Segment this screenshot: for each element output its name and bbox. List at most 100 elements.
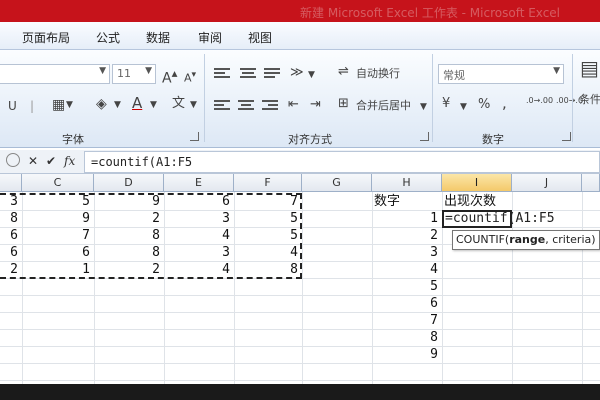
gridline bbox=[0, 380, 600, 381]
insert-function-icon[interactable]: fx bbox=[64, 154, 75, 168]
chevron-down-icon[interactable]: ▼ bbox=[308, 67, 315, 83]
number-dialog-launcher[interactable] bbox=[562, 132, 571, 141]
conditional-format-icon[interactable]: ▤ bbox=[580, 58, 599, 78]
align-middle-icon[interactable] bbox=[240, 68, 256, 80]
column-header[interactable]: H bbox=[372, 174, 442, 192]
chevron-down-icon[interactable]: ▼ bbox=[66, 97, 73, 113]
grow-font-label: A bbox=[162, 70, 172, 87]
font-name-dropdown[interactable]: ▼ bbox=[0, 64, 110, 84]
tooltip-arg-rest: , criteria) bbox=[545, 233, 596, 246]
font-size-dropdown[interactable]: 11 ▼ bbox=[112, 64, 156, 84]
conditional-format-button[interactable]: 条件 bbox=[578, 92, 600, 108]
column-header-b[interactable] bbox=[0, 174, 22, 192]
chevron-down-icon[interactable]: ▼ bbox=[460, 99, 467, 115]
cell[interactable]: 2 bbox=[372, 227, 442, 244]
tab-formulas[interactable]: 公式 bbox=[96, 29, 120, 46]
gridline bbox=[302, 192, 303, 384]
tooltip-function-name[interactable]: COUNTIF( bbox=[456, 233, 509, 246]
active-cell-editor[interactable]: =countif(A1:F5 bbox=[442, 210, 555, 228]
formula-input[interactable]: =countif(A1:F5 bbox=[84, 151, 600, 173]
cell[interactable]: 1 bbox=[372, 210, 442, 227]
align-right-icon[interactable] bbox=[262, 100, 278, 112]
name-box-toggle-icon[interactable] bbox=[6, 153, 20, 167]
bottom-edge bbox=[0, 384, 600, 400]
column-header[interactable]: J bbox=[512, 174, 582, 192]
chevron-down-icon[interactable]: ▼ bbox=[420, 99, 427, 115]
align-bottom-icon[interactable] bbox=[264, 68, 280, 80]
chevron-down-icon: ▼ bbox=[145, 66, 152, 76]
wrap-text-button[interactable]: 自动换行 bbox=[356, 66, 400, 82]
align-top-icon[interactable] bbox=[214, 68, 230, 80]
chevron-down-icon[interactable]: ▼ bbox=[190, 97, 197, 113]
tab-view[interactable]: 视图 bbox=[248, 29, 272, 46]
number-format-dropdown[interactable]: 常规 ▼ bbox=[438, 64, 564, 84]
currency-icon[interactable]: ¥ bbox=[442, 96, 450, 112]
enter-icon[interactable]: ✔ bbox=[46, 154, 56, 168]
column-header[interactable]: D bbox=[94, 174, 164, 192]
merge-center-icon: ⊞ bbox=[338, 96, 349, 111]
comma-style-button[interactable]: , bbox=[502, 95, 507, 111]
shrink-font-label: A bbox=[184, 71, 192, 85]
column-header[interactable]: E bbox=[164, 174, 234, 192]
shrink-font-button[interactable]: A▾ bbox=[184, 67, 196, 87]
ribbon-tab-bar: 页面布局 公式 数据 审阅 视图 bbox=[0, 22, 600, 50]
cell[interactable]: 4 bbox=[372, 261, 442, 278]
gridline bbox=[0, 312, 600, 313]
formula-bar: ✕ ✔ fx =countif(A1:F5 bbox=[0, 150, 600, 174]
align-left-icon[interactable] bbox=[214, 100, 230, 112]
alignment-dialog-launcher[interactable] bbox=[420, 132, 429, 141]
column-header-selected[interactable]: I bbox=[442, 174, 512, 192]
cell[interactable]: 9 bbox=[372, 346, 442, 363]
title-bar: 新建 Microsoft Excel 工作表 - Microsoft Excel bbox=[0, 0, 600, 22]
copy-marquee bbox=[0, 193, 302, 279]
function-tooltip: COUNTIF(range, criteria) bbox=[452, 230, 600, 250]
font-color-icon[interactable]: A bbox=[132, 95, 142, 111]
underline-button[interactable]: U bbox=[8, 98, 17, 114]
chevron-down-icon[interactable]: ▼ bbox=[150, 97, 157, 113]
align-center-icon[interactable] bbox=[238, 100, 254, 112]
font-dialog-launcher[interactable] bbox=[190, 132, 199, 141]
increase-indent-icon[interactable]: ⇥ bbox=[310, 97, 321, 113]
percent-button[interactable]: % bbox=[478, 97, 490, 113]
cell[interactable]: 3 bbox=[372, 244, 442, 261]
tab-review[interactable]: 审阅 bbox=[198, 29, 222, 46]
column-header[interactable]: F bbox=[234, 174, 302, 192]
column-header[interactable]: G bbox=[302, 174, 372, 192]
increase-decimal-button[interactable]: .0→.00 bbox=[526, 96, 553, 105]
font-size-value: 11 bbox=[117, 67, 131, 80]
wrap-text-icon: ⇌ bbox=[338, 64, 349, 79]
column-header[interactable]: C bbox=[22, 174, 94, 192]
chevron-down-icon[interactable]: ▼ bbox=[114, 97, 121, 113]
merge-center-button[interactable]: 合并后居中 bbox=[356, 98, 411, 114]
tab-page-layout[interactable]: 页面布局 bbox=[22, 29, 70, 46]
number-format-value: 常规 bbox=[443, 69, 465, 82]
phonetic-icon[interactable]: 文 bbox=[172, 96, 185, 112]
tooltip-arg-range[interactable]: range bbox=[509, 233, 545, 246]
grow-font-button[interactable]: A▴ bbox=[162, 65, 177, 87]
gridline bbox=[582, 192, 583, 384]
window-title: 新建 Microsoft Excel 工作表 - Microsoft Excel bbox=[300, 6, 561, 20]
cell[interactable]: 7 bbox=[372, 312, 442, 329]
cancel-icon[interactable]: ✕ bbox=[28, 154, 38, 168]
cell[interactable]: 5 bbox=[372, 278, 442, 295]
cell[interactable]: 6 bbox=[372, 295, 442, 312]
group-label-number: 数字 bbox=[482, 133, 504, 146]
cell-h-header[interactable]: 数字 bbox=[372, 193, 442, 210]
decrease-indent-icon[interactable]: ⇤ bbox=[288, 97, 299, 113]
group-divider bbox=[572, 54, 573, 142]
cell[interactable]: 8 bbox=[372, 329, 442, 346]
cell-i-header[interactable]: 出现次数 bbox=[442, 193, 512, 210]
fill-color-icon[interactable]: ◈ bbox=[96, 96, 107, 112]
border-icon[interactable]: ▦ bbox=[52, 97, 65, 113]
orientation-icon[interactable]: ≫ bbox=[290, 65, 304, 81]
column-header-k[interactable] bbox=[582, 174, 600, 192]
tab-data[interactable]: 数据 bbox=[146, 29, 170, 46]
separator-icon: | bbox=[30, 99, 35, 113]
ribbon: ▼ 11 ▼ A▴ A▾ U | ▦ ▼ ◈ ▼ A ▼ 文 ▼ 字体 ≫ ▼ … bbox=[0, 50, 600, 148]
group-divider bbox=[432, 54, 433, 142]
gridline bbox=[0, 363, 600, 364]
gridline bbox=[0, 329, 600, 330]
group-label-alignment: 对齐方式 bbox=[288, 133, 332, 146]
worksheet-grid[interactable]: C D E F G H I J 3 5 9 6 7 8 9 2 3 5 6 7 … bbox=[0, 174, 600, 384]
chevron-down-icon: ▼ bbox=[99, 66, 106, 76]
